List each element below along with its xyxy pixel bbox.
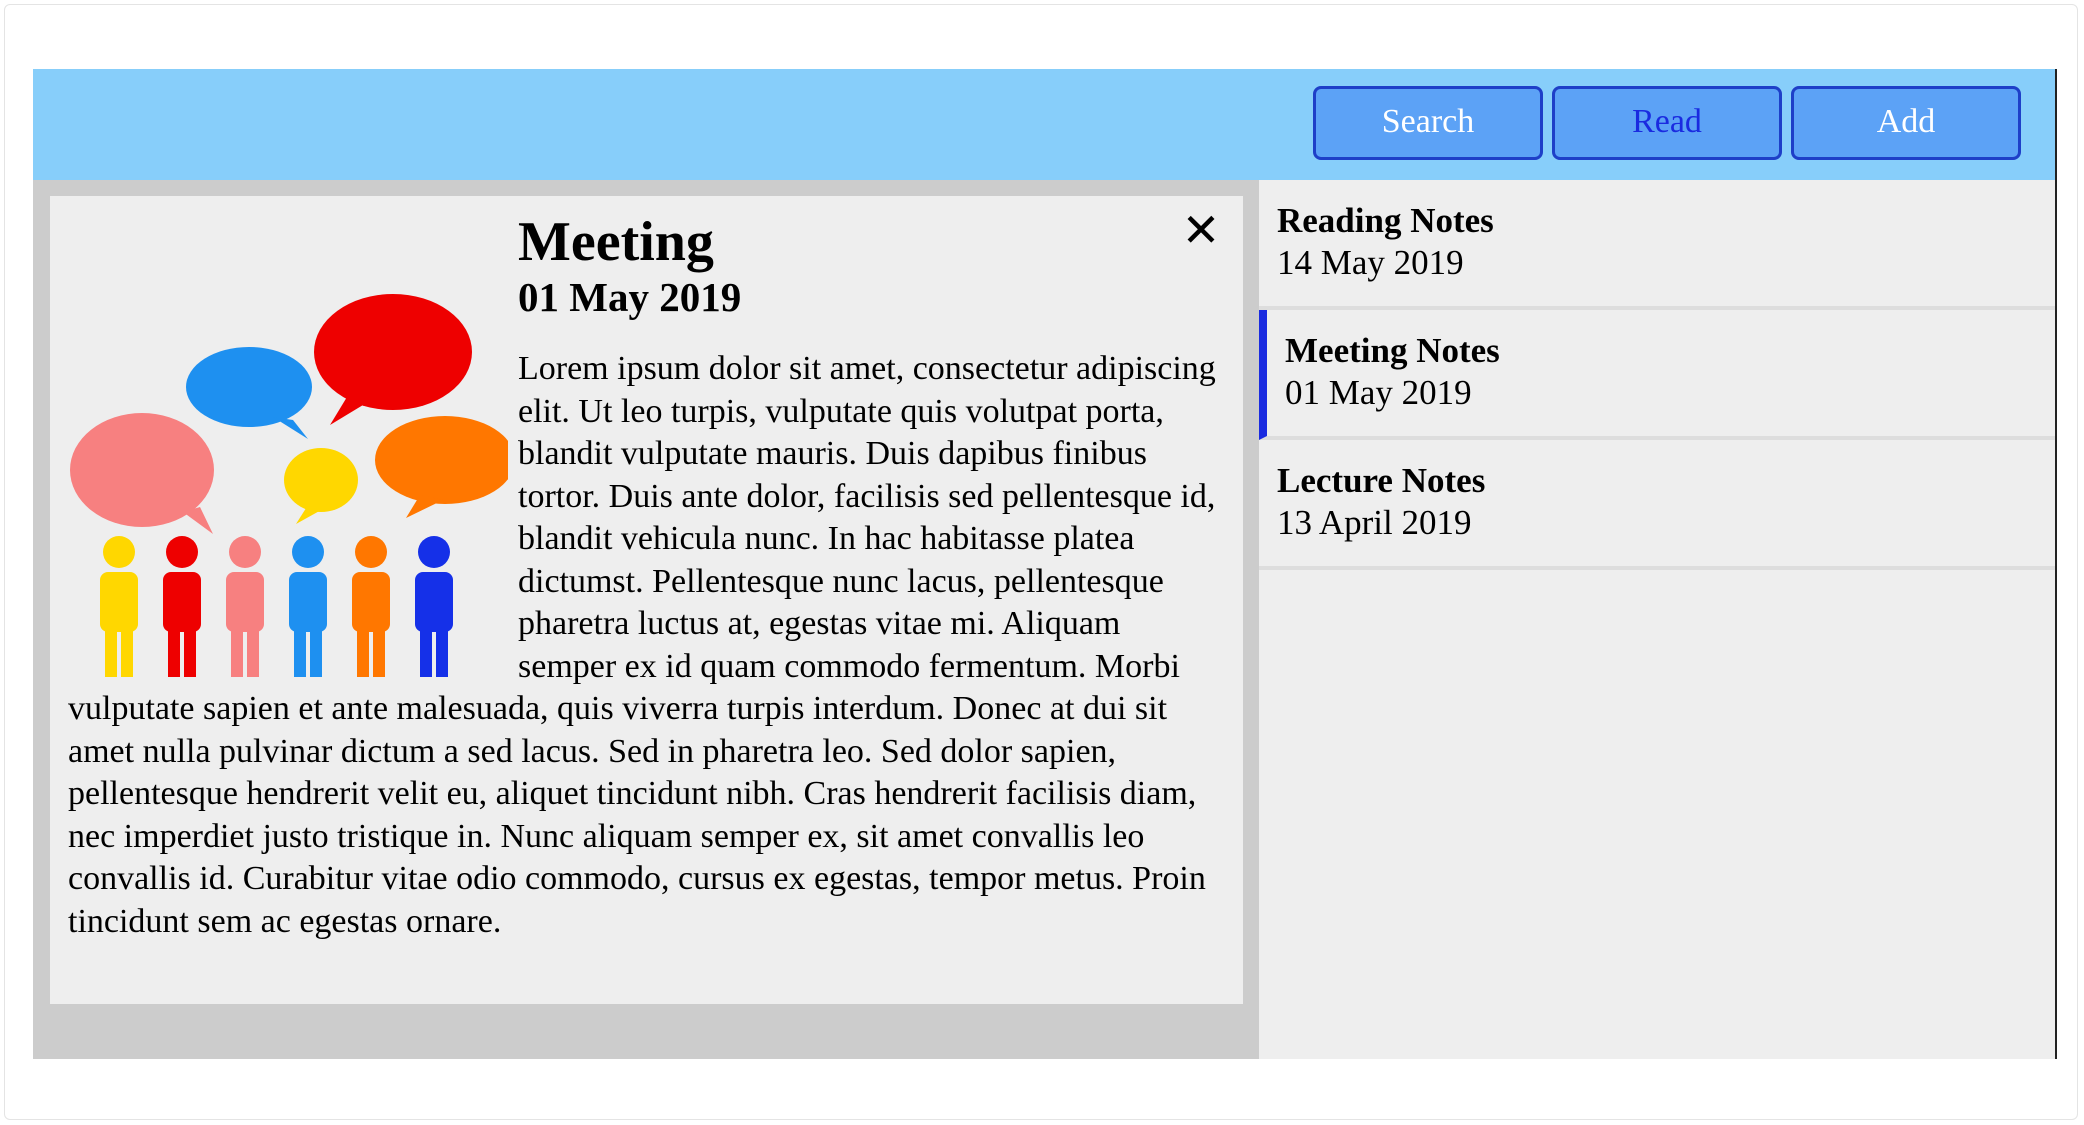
list-item-meeting-notes[interactable]: Meeting Notes 01 May 2019 [1259,310,2055,440]
list-item-date: 01 May 2019 [1285,373,1472,412]
note-viewer: ✕ Meeting 01 May 2019 Lorem ipsum dolor … [33,180,1259,1059]
notes-app: Search Read Add ✕ Meeting 01 May 2019 Lo… [33,69,2057,1059]
list-item-date: 13 April 2019 [1277,503,1472,542]
list-item-title: Lecture Notes [1277,461,1486,500]
list-item-date: 14 May 2019 [1277,243,1464,282]
add-button[interactable]: Add [1791,86,2021,160]
note-card: ✕ Meeting 01 May 2019 Lorem ipsum dolor … [50,196,1243,1004]
list-item-reading-notes[interactable]: Reading Notes 14 May 2019 [1259,180,2055,310]
close-icon[interactable]: ✕ [1181,207,1221,253]
notes-list: Reading Notes 14 May 2019 Meeting Notes … [1259,180,2055,1059]
people-talking-icon [68,212,515,682]
search-button[interactable]: Search [1313,86,1543,160]
top-toolbar: Search Read Add [33,69,2055,180]
list-item-lecture-notes[interactable]: Lecture Notes 13 April 2019 [1259,440,2055,570]
read-button[interactable]: Read [1552,86,1782,160]
list-item-title: Meeting Notes [1285,331,1500,370]
list-item-title: Reading Notes [1277,201,1494,240]
